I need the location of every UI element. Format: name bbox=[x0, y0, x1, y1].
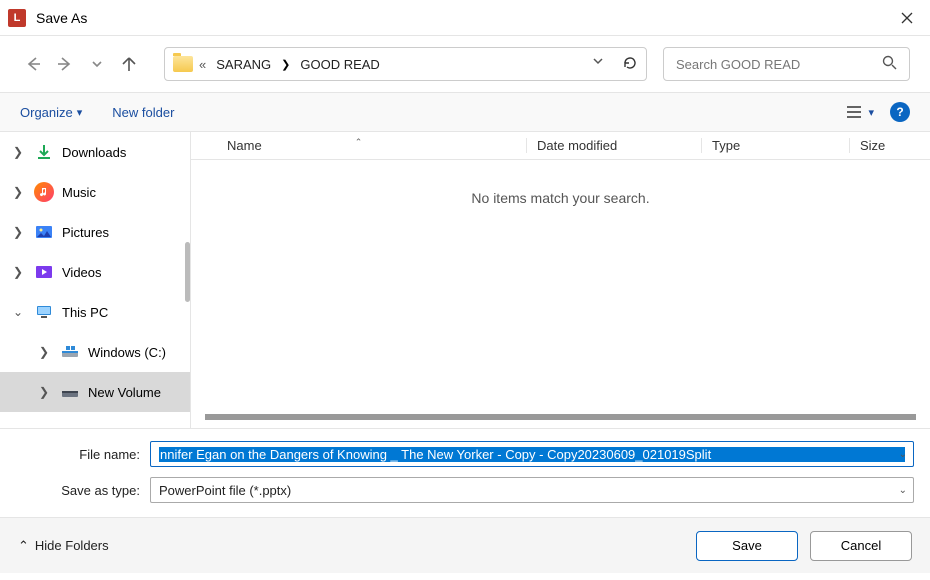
filename-input[interactable]: nnifer Egan on the Dangers of Knowing _ … bbox=[150, 441, 914, 467]
arrow-right-icon bbox=[56, 55, 74, 73]
refresh-button[interactable] bbox=[622, 55, 638, 74]
file-list-area: ⌃ Name Date modified Type Size No items … bbox=[190, 132, 930, 428]
saveastype-label: Save as type: bbox=[0, 483, 150, 498]
app-icon: L bbox=[8, 9, 26, 27]
toolbar: Organize ▾ New folder ▾ ? bbox=[0, 92, 930, 132]
save-fields: File name: nnifer Egan on the Dangers of… bbox=[0, 428, 930, 517]
address-dropdown[interactable] bbox=[592, 55, 604, 74]
sidebar-item-label: Pictures bbox=[62, 225, 190, 240]
title-bar: L Save As bbox=[0, 0, 930, 36]
organize-label: Organize bbox=[20, 105, 73, 120]
sidebar-item-label: New Volume bbox=[88, 385, 190, 400]
expand-toggle[interactable]: ❯ bbox=[36, 345, 52, 359]
expand-toggle[interactable]: ❯ bbox=[36, 385, 52, 399]
folder-icon bbox=[173, 56, 193, 72]
address-bar[interactable]: « SARANG ❯ GOOD READ bbox=[164, 47, 647, 81]
column-headers: ⌃ Name Date modified Type Size bbox=[191, 132, 930, 160]
sidebar-item-new-volume[interactable]: ❯ New Volume bbox=[0, 372, 190, 412]
drive-icon bbox=[60, 382, 80, 402]
window-title: Save As bbox=[36, 10, 87, 26]
refresh-icon bbox=[622, 55, 638, 71]
chevron-down-icon: ▾ bbox=[868, 106, 874, 119]
close-button[interactable] bbox=[884, 0, 930, 36]
saveastype-dropdown[interactable]: ⌄ bbox=[899, 485, 907, 496]
horizontal-scrollbar[interactable] bbox=[205, 414, 916, 420]
filename-value: nnifer Egan on the Dangers of Knowing _ … bbox=[159, 447, 905, 462]
search-placeholder: Search GOOD READ bbox=[676, 57, 882, 72]
sidebar-scrollbar[interactable] bbox=[185, 242, 190, 302]
arrow-up-icon bbox=[120, 55, 138, 73]
column-header-name[interactable]: ⌃ Name bbox=[191, 138, 526, 153]
expand-toggle[interactable]: ❯ bbox=[10, 265, 26, 279]
music-icon bbox=[34, 182, 54, 202]
sidebar-item-label: Music bbox=[62, 185, 190, 200]
chevron-down-icon: ▾ bbox=[77, 106, 83, 119]
arrow-left-icon bbox=[24, 55, 42, 73]
view-options-button[interactable]: ▾ bbox=[846, 105, 874, 119]
breadcrumb[interactable]: SARANG bbox=[212, 57, 275, 72]
breadcrumb[interactable]: GOOD READ bbox=[296, 57, 383, 72]
videos-icon bbox=[34, 262, 54, 282]
downloads-icon bbox=[34, 142, 54, 162]
column-header-date[interactable]: Date modified bbox=[526, 138, 701, 153]
footer: ⌃ Hide Folders Save Cancel bbox=[0, 517, 930, 573]
empty-list-message: No items match your search. bbox=[191, 190, 930, 206]
organize-menu[interactable]: Organize ▾ bbox=[20, 105, 82, 120]
close-icon bbox=[901, 12, 913, 24]
content-body: ❯ Downloads ❯ Music ❯ Pictures ❯ Videos … bbox=[0, 132, 930, 428]
chevron-down-icon bbox=[91, 58, 103, 70]
chevron-down-icon bbox=[592, 55, 604, 67]
expand-toggle[interactable]: ❯ bbox=[10, 225, 26, 239]
sidebar-item-label: Videos bbox=[62, 265, 190, 280]
save-button[interactable]: Save bbox=[696, 531, 798, 561]
filename-label: File name: bbox=[0, 447, 150, 462]
saveastype-value: PowerPoint file (*.pptx) bbox=[159, 483, 905, 498]
sidebar-item-label: Windows (C:) bbox=[88, 345, 190, 360]
this-pc-icon bbox=[34, 302, 54, 322]
column-label: Name bbox=[227, 138, 262, 153]
sidebar-item-videos[interactable]: ❯ Videos bbox=[0, 252, 190, 292]
recent-locations-button[interactable] bbox=[84, 51, 110, 77]
new-folder-button[interactable]: New folder bbox=[112, 105, 174, 120]
sidebar: ❯ Downloads ❯ Music ❯ Pictures ❯ Videos … bbox=[0, 132, 190, 428]
sort-indicator-icon: ⌃ bbox=[355, 137, 363, 148]
expand-toggle[interactable]: ❯ bbox=[10, 185, 26, 199]
forward-button[interactable] bbox=[52, 51, 78, 77]
cancel-button[interactable]: Cancel bbox=[810, 531, 912, 561]
chevron-up-icon: ⌃ bbox=[18, 538, 29, 554]
hide-folders-label: Hide Folders bbox=[35, 538, 109, 553]
path-overflow: « bbox=[199, 57, 206, 72]
search-input[interactable]: Search GOOD READ bbox=[663, 47, 910, 81]
saveastype-select[interactable]: PowerPoint file (*.pptx) ⌄ bbox=[150, 477, 914, 503]
up-button[interactable] bbox=[116, 51, 142, 77]
collapse-toggle[interactable]: ⌄ bbox=[10, 305, 26, 319]
sidebar-item-downloads[interactable]: ❯ Downloads bbox=[0, 132, 190, 172]
drive-icon bbox=[60, 342, 80, 362]
search-icon bbox=[882, 55, 897, 73]
column-header-size[interactable]: Size bbox=[849, 138, 930, 153]
sidebar-item-label: Downloads bbox=[62, 145, 190, 160]
hide-folders-button[interactable]: ⌃ Hide Folders bbox=[18, 538, 109, 554]
expand-toggle[interactable]: ❯ bbox=[10, 145, 26, 159]
filename-dropdown[interactable]: ⌄ bbox=[899, 449, 907, 460]
back-button[interactable] bbox=[20, 51, 46, 77]
sidebar-item-this-pc[interactable]: ⌄ This PC bbox=[0, 292, 190, 332]
sidebar-item-windows-c[interactable]: ❯ Windows (C:) bbox=[0, 332, 190, 372]
chevron-right-icon: ❯ bbox=[281, 58, 290, 71]
pictures-icon bbox=[34, 222, 54, 242]
list-view-icon bbox=[846, 105, 862, 119]
help-button[interactable]: ? bbox=[890, 102, 910, 122]
sidebar-item-label: This PC bbox=[62, 305, 190, 320]
column-header-type[interactable]: Type bbox=[701, 138, 849, 153]
nav-bar: « SARANG ❯ GOOD READ Search GOOD READ bbox=[0, 36, 930, 92]
sidebar-item-music[interactable]: ❯ Music bbox=[0, 172, 190, 212]
sidebar-item-pictures[interactable]: ❯ Pictures bbox=[0, 212, 190, 252]
